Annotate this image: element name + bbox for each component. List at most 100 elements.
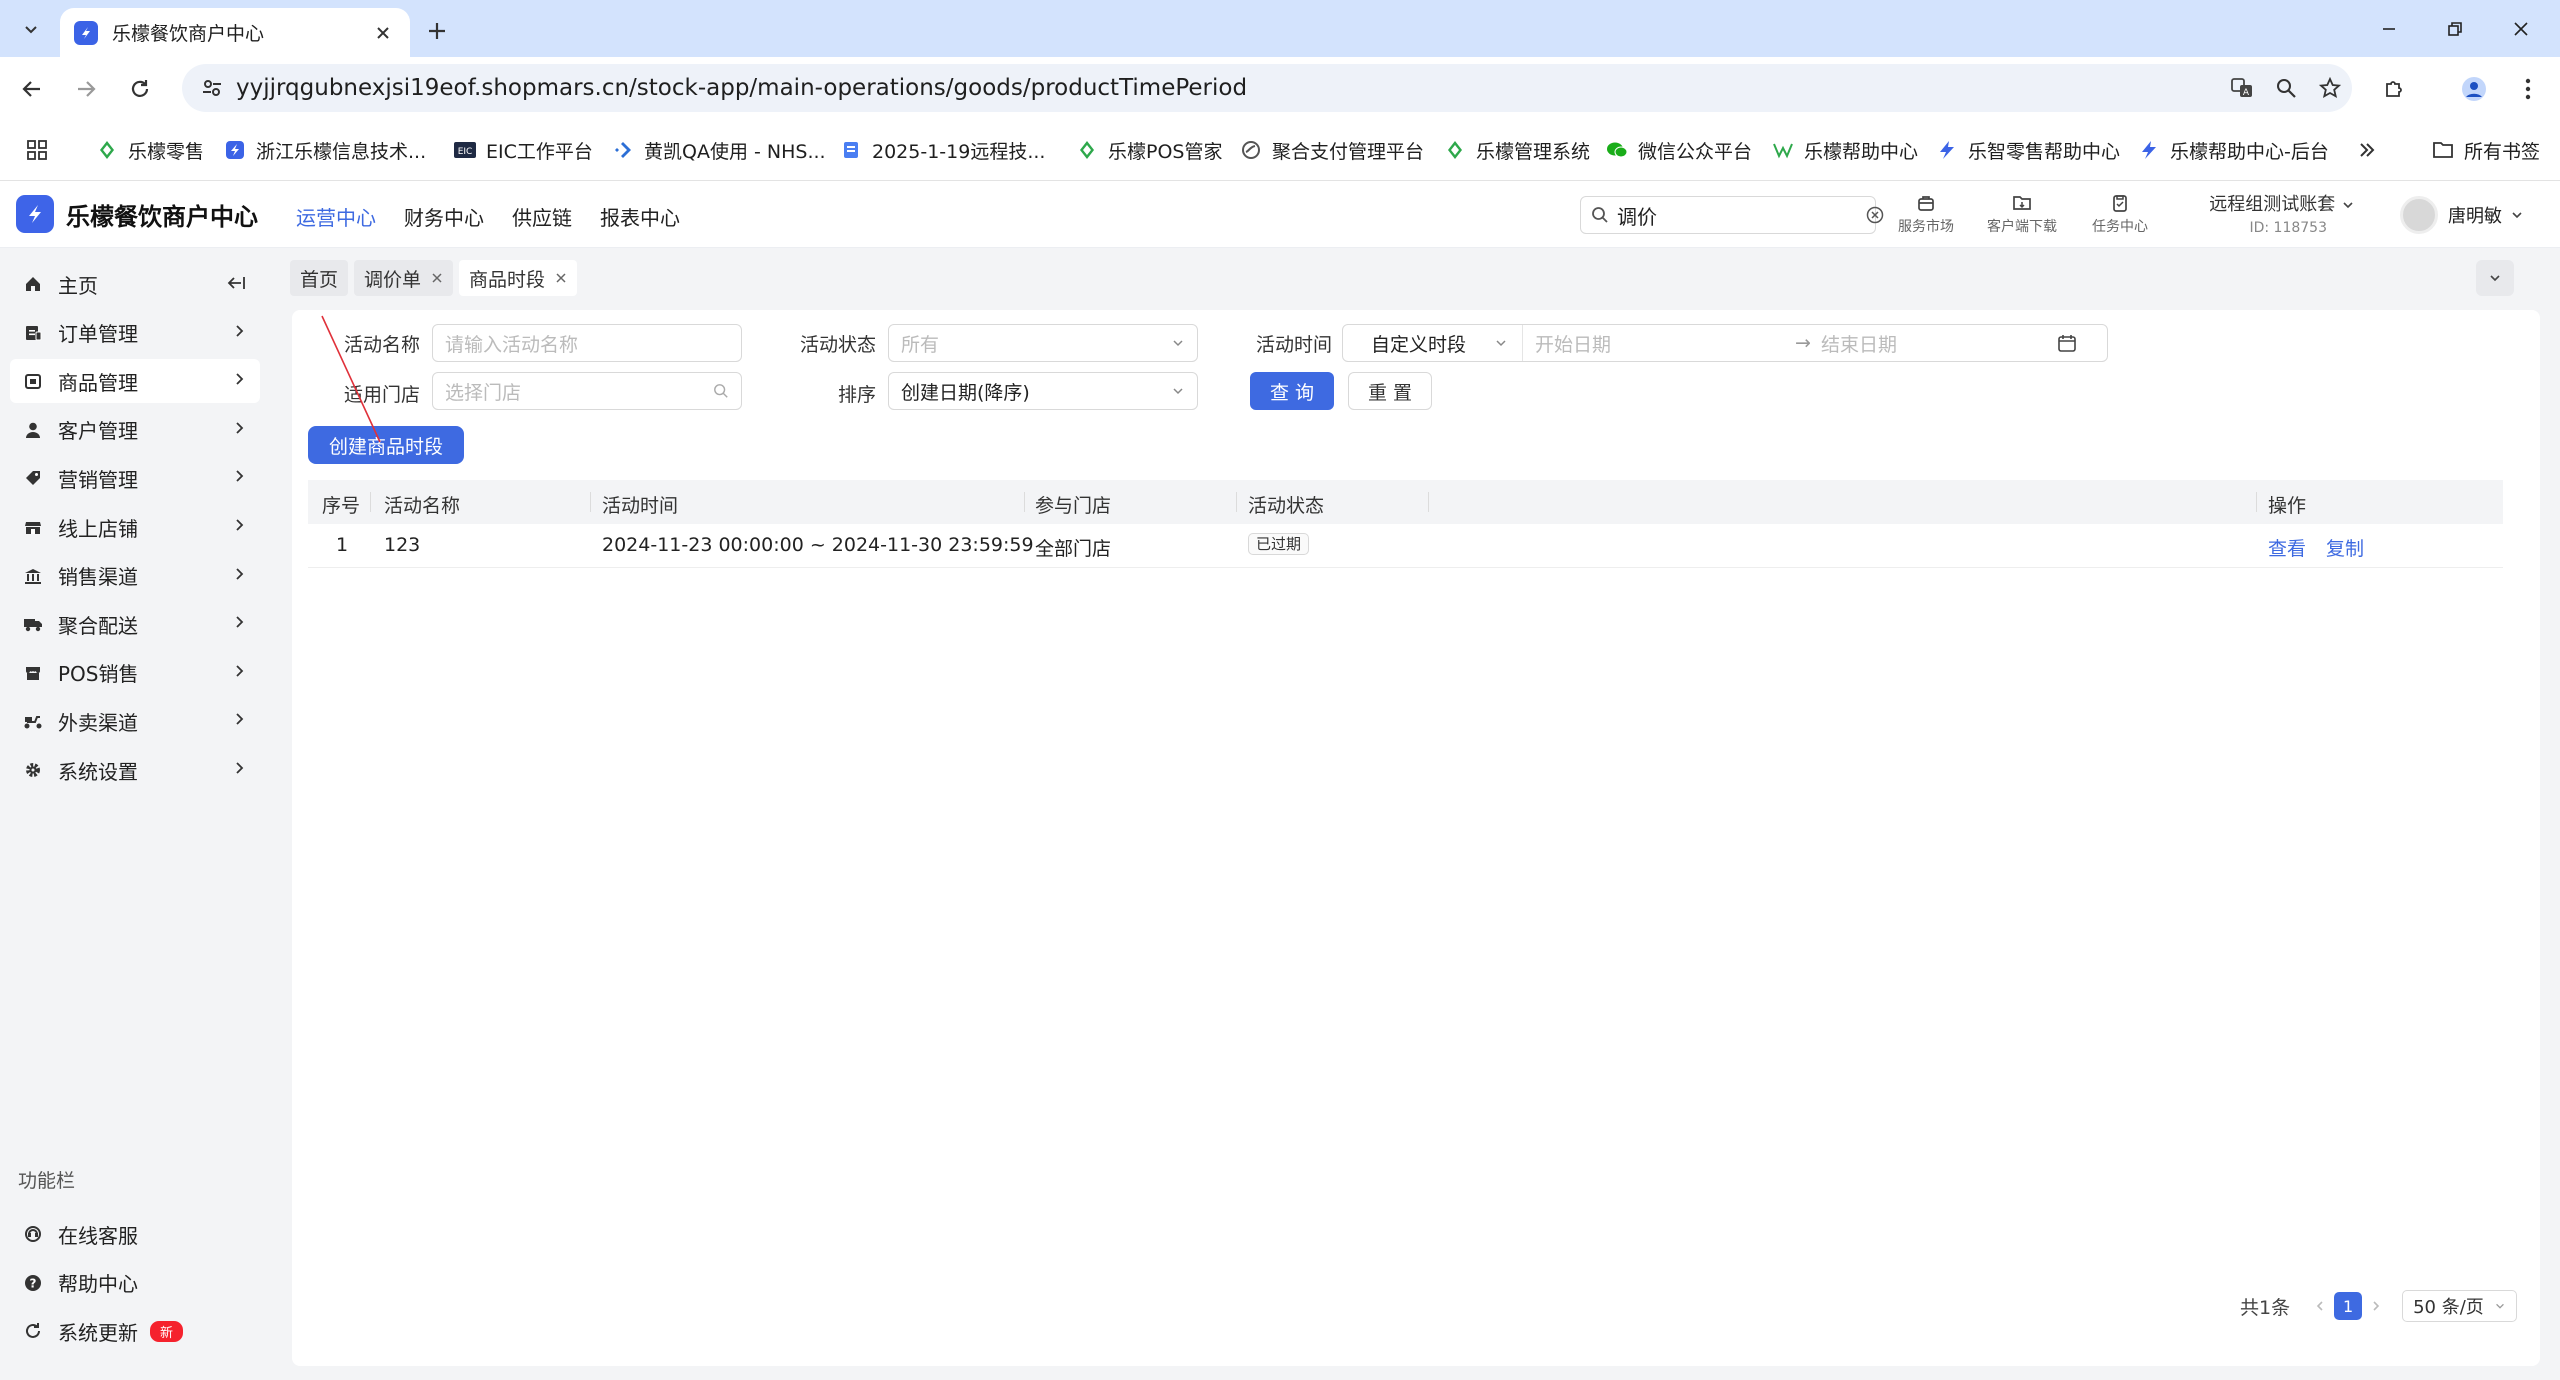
start-date-input[interactable]: 开始日期: [1535, 330, 1795, 357]
topnav-supply-chain[interactable]: 供应链: [512, 202, 572, 231]
chevron-right-icon: [234, 711, 246, 727]
bookmark-item[interactable]: 乐檬帮助中心-后台: [2138, 135, 2329, 165]
bookmark-label: 乐檬帮助中心-后台: [2170, 140, 2329, 163]
task-center-button[interactable]: 任务中心: [2080, 190, 2160, 236]
plus-icon: [427, 21, 447, 41]
page-size-select[interactable]: 50 条/页: [2402, 1290, 2517, 1322]
chevron-right-icon: [234, 468, 246, 484]
chevron-right-icon: [234, 371, 246, 387]
help-icon: ?: [22, 1272, 44, 1294]
sidebar-item[interactable]: 线上店铺: [10, 505, 260, 549]
search-icon: [1591, 206, 1609, 224]
translate-icon[interactable]: A: [2220, 76, 2264, 100]
puzzle-icon: [2383, 78, 2405, 100]
function-item[interactable]: 系统更新新: [10, 1309, 260, 1353]
sort-select[interactable]: 创建日期(降序): [888, 372, 1198, 410]
restore-button[interactable]: [2432, 10, 2478, 48]
sidebar-item[interactable]: 主页: [10, 262, 260, 306]
close-icon[interactable]: [431, 272, 443, 284]
user-menu[interactable]: 唐明敏: [2400, 196, 2524, 234]
query-button[interactable]: 查 询: [1250, 372, 1334, 410]
zoom-icon[interactable]: [2264, 77, 2308, 99]
sidebar-item[interactable]: 营销管理: [10, 456, 260, 500]
sidebar-item[interactable]: 系统设置: [10, 748, 260, 792]
sidebar-item[interactable]: 订单管理: [10, 311, 260, 355]
bookmark-label: 乐檬POS管家: [1108, 140, 1223, 163]
function-item[interactable]: 在线客服: [10, 1212, 260, 1256]
bookmark-item[interactable]: 浙江乐檬信息技术...: [224, 135, 426, 165]
new-tab-button[interactable]: [420, 14, 454, 48]
account-switcher[interactable]: 远程组测试账套 ID: 118753: [2205, 190, 2355, 236]
copy-link[interactable]: 复制: [2326, 534, 2364, 561]
app-search-box[interactable]: [1580, 196, 1884, 234]
sidebar-item[interactable]: 客户管理: [10, 408, 260, 452]
topnav-operations[interactable]: 运营中心: [296, 202, 376, 231]
sidebar-item[interactable]: 销售渠道: [10, 554, 260, 598]
app-logo[interactable]: 乐檬餐饮商户中心: [16, 195, 258, 233]
page-size-value: 50 条/页: [2413, 1297, 2484, 1318]
bookmark-item[interactable]: 聚合支付管理平台: [1240, 135, 1424, 165]
bookmark-item[interactable]: 乐檬管理系统: [1444, 135, 1590, 165]
page-number-button[interactable]: 1: [2334, 1292, 2363, 1320]
sidebar-item[interactable]: POS销售: [10, 651, 260, 695]
chrome-menu-button[interactable]: [2510, 71, 2546, 107]
activity-name-input[interactable]: 请输入活动名称: [432, 324, 742, 362]
tab-search-button[interactable]: [14, 12, 48, 46]
sidebar-item[interactable]: 聚合配送: [10, 602, 260, 646]
url-text[interactable]: yyjjrqgubnexjsi19eof.shopmars.cn/stock-a…: [236, 75, 2220, 101]
address-bar[interactable]: yyjjrqgubnexjsi19eof.shopmars.cn/stock-a…: [182, 64, 2352, 112]
bookmark-item[interactable]: 乐檬帮助中心: [1772, 135, 1918, 165]
all-bookmarks-folder[interactable]: 所有书签: [2432, 135, 2540, 165]
app-search-input[interactable]: [1617, 203, 1866, 227]
site-settings-icon[interactable]: [192, 77, 232, 99]
service-market-button[interactable]: 服务市场: [1886, 190, 1966, 236]
store-select[interactable]: 选择门店: [432, 372, 742, 410]
profile-button[interactable]: [2456, 71, 2492, 107]
extensions-button[interactable]: [2376, 71, 2412, 107]
minimize-button[interactable]: [2366, 10, 2412, 48]
topnav-reports[interactable]: 报表中心: [600, 202, 680, 231]
end-date-input[interactable]: 结束日期: [1821, 330, 2041, 357]
collapse-sidebar-icon[interactable]: [226, 275, 246, 291]
header-divider: [590, 492, 591, 512]
bookmark-item[interactable]: 乐智零售帮助中心: [1936, 135, 2120, 165]
tab-close-icon[interactable]: [370, 20, 396, 46]
page-tab[interactable]: 商品时段: [459, 260, 578, 296]
page-tab[interactable]: 调价单: [354, 260, 454, 296]
sidebar-item[interactable]: 外卖渠道: [10, 699, 260, 743]
bookmark-item[interactable]: 黄凯QA使用 - NHS...: [612, 135, 826, 165]
apps-button[interactable]: [26, 135, 48, 165]
close-icon[interactable]: [555, 272, 567, 284]
bookmark-item[interactable]: 乐檬POS管家: [1076, 135, 1222, 165]
sidebar-item-label: 主页: [58, 273, 98, 298]
client-download-button[interactable]: 客户端下载: [1982, 190, 2062, 236]
tabs-dropdown-button[interactable]: [2476, 260, 2514, 296]
bookmark-star-icon[interactable]: [2308, 77, 2352, 99]
topnav-finance[interactable]: 财务中心: [404, 202, 484, 231]
back-button[interactable]: [14, 71, 50, 107]
window-close-button[interactable]: [2498, 10, 2544, 48]
bookmark-item[interactable]: 微信公众平台: [1606, 135, 1752, 165]
prev-page-button[interactable]: [2306, 1292, 2334, 1320]
reload-button[interactable]: [122, 71, 158, 107]
bookmark-item[interactable]: 2025-1-19远程技...: [840, 135, 1045, 165]
sidebar-item-label: 订单管理: [58, 322, 138, 347]
page-tab[interactable]: 首页: [290, 260, 349, 296]
next-page-button[interactable]: [2362, 1292, 2390, 1320]
reset-button[interactable]: 重 置: [1348, 372, 1432, 410]
activity-status-select[interactable]: 所有: [888, 324, 1198, 362]
calendar-icon[interactable]: [2057, 333, 2077, 353]
bookmarks-overflow-button[interactable]: [2358, 135, 2376, 165]
browser-tab-active[interactable]: 乐檬餐饮商户中心: [60, 8, 410, 57]
sidebar-item[interactable]: 商品管理: [10, 359, 260, 404]
download-folder-icon: [2012, 190, 2032, 216]
clear-circle-icon[interactable]: [1866, 206, 1884, 224]
eic-icon: EIC: [454, 139, 476, 161]
chevron-down-icon: [1494, 336, 1508, 350]
bookmark-item[interactable]: EIC EIC工作平台: [454, 135, 593, 165]
function-item[interactable]: ? 帮助中心: [10, 1261, 260, 1305]
forward-button[interactable]: [68, 71, 104, 107]
view-link[interactable]: 查看: [2268, 534, 2306, 561]
bookmark-item[interactable]: 乐檬零售: [96, 135, 204, 165]
time-mode-select[interactable]: 自定义时段: [1343, 325, 1523, 361]
